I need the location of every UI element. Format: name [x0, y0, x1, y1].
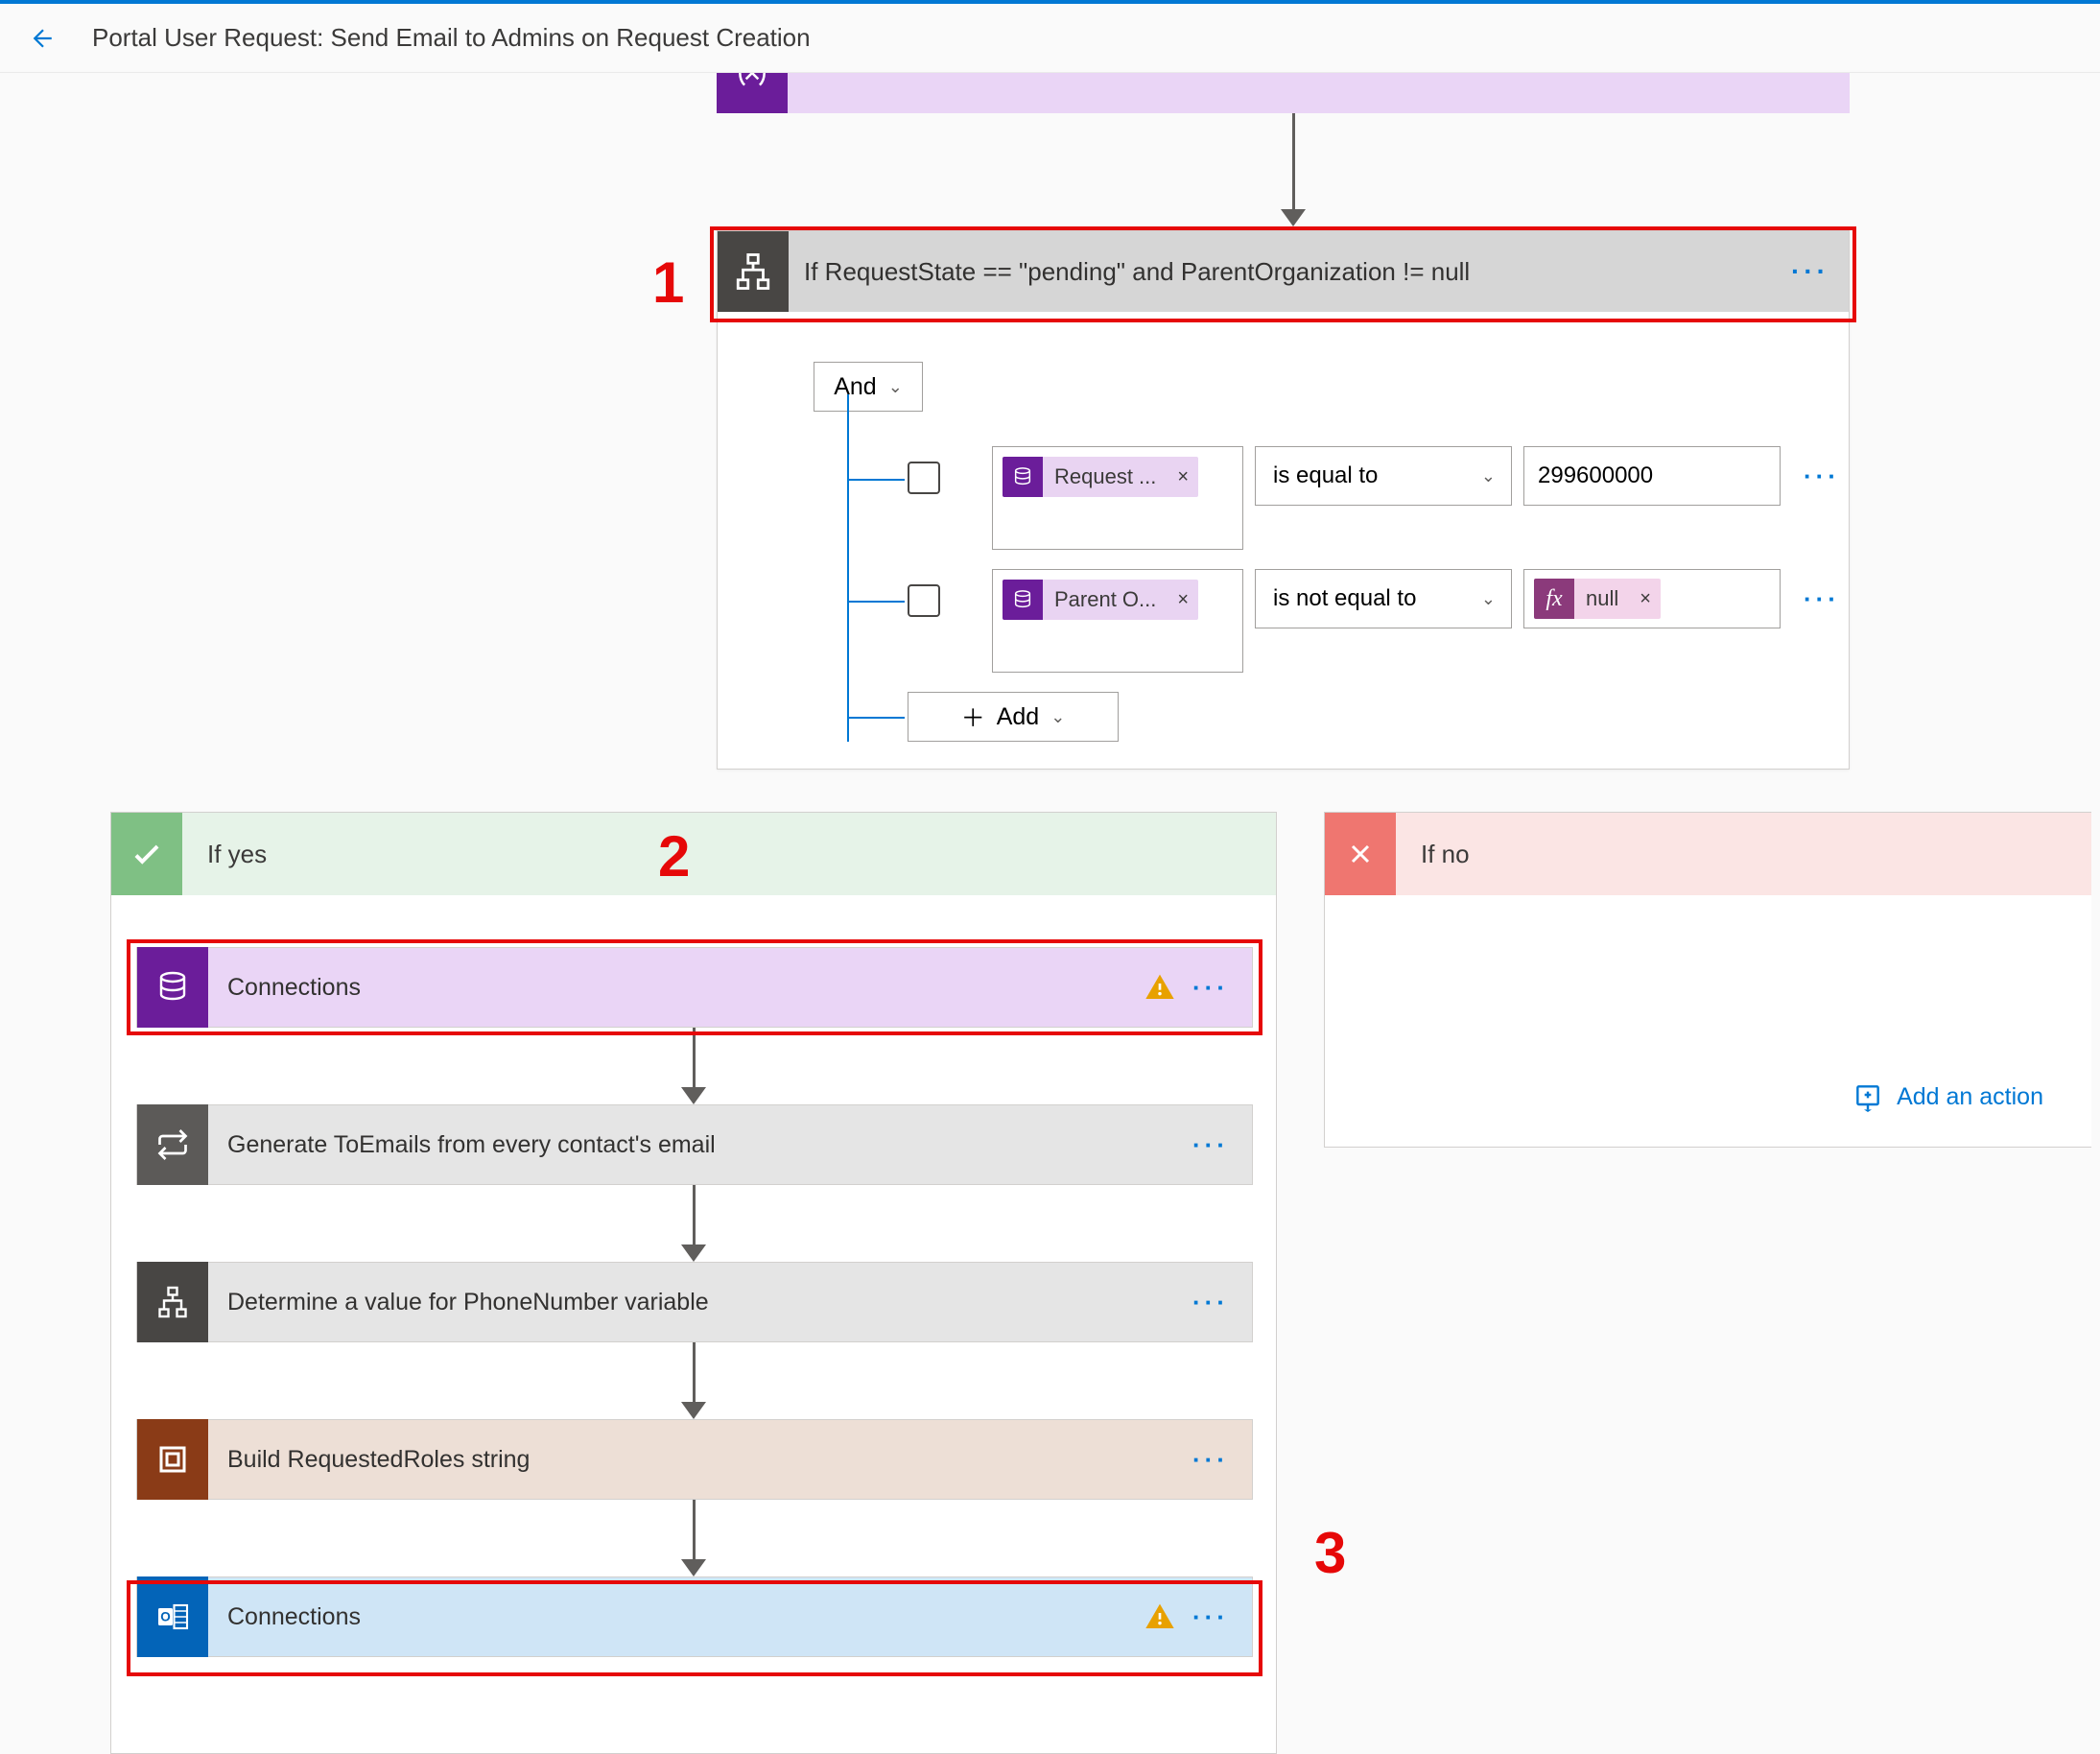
row-checkbox[interactable] [908, 462, 940, 494]
back-button[interactable] [29, 24, 58, 53]
value-input[interactable]: fx null × [1523, 569, 1781, 628]
token-null[interactable]: fx null × [1534, 579, 1661, 619]
remove-token-button[interactable]: × [1168, 589, 1198, 611]
annotation-label-3: 3 [1314, 1520, 1346, 1586]
token-parent-org[interactable]: Parent O... × [1003, 580, 1198, 620]
build-requestedroles-action[interactable]: Build RequestedRoles string ··· [136, 1419, 1253, 1500]
chevron-down-icon: ⌄ [1481, 466, 1496, 486]
annotation-box-3 [127, 1580, 1262, 1676]
annotation-label-1: 1 [652, 249, 684, 316]
left-operand-input[interactable]: Parent O... × [992, 569, 1243, 673]
logic-operator-dropdown[interactable]: And ⌄ [814, 362, 923, 412]
annotation-box-1 [710, 226, 1856, 322]
if-no-header[interactable]: If no [1325, 813, 2091, 895]
generate-toemails-action[interactable]: Generate ToEmails from every contact's e… [136, 1104, 1253, 1185]
cds-icon [1003, 457, 1043, 497]
close-icon [1325, 813, 1396, 895]
loop-icon [137, 1104, 208, 1185]
compose-icon [137, 1419, 208, 1500]
add-action-button[interactable]: Add an action [1852, 1081, 2043, 1112]
fx-icon: fx [1534, 579, 1574, 619]
condition-row-1: Request ... × is equal to ⌄ 299600000 ··… [908, 446, 1840, 550]
condition-row-2: Parent O... × is not equal to ⌄ fx null … [908, 569, 1840, 673]
plus-icon: ＋ [961, 699, 985, 734]
chevron-down-icon: ⌄ [888, 377, 903, 397]
cds-icon [1003, 580, 1043, 620]
determine-phonenumber-action[interactable]: Determine a value for PhoneNumber variab… [136, 1262, 1253, 1342]
check-icon [111, 813, 182, 895]
variable-icon [717, 73, 788, 113]
page-title: Portal User Request: Send Email to Admin… [92, 23, 811, 53]
remove-token-button[interactable]: × [1168, 466, 1198, 488]
annotation-box-2 [127, 939, 1262, 1035]
annotation-label-2: 2 [658, 823, 690, 889]
add-condition-button[interactable]: ＋ Add ⌄ [908, 692, 1119, 742]
remove-token-button[interactable]: × [1630, 588, 1661, 610]
connector-arrow [136, 1028, 1251, 1104]
chevron-down-icon: ⌄ [1481, 589, 1496, 609]
header-bar: Portal User Request: Send Email to Admin… [0, 4, 2100, 73]
token-request-state[interactable]: Request ... × [1003, 457, 1198, 497]
row-checkbox[interactable] [908, 584, 940, 617]
if-yes-branch: If yes Connections ··· Generate ToEmails… [110, 812, 1277, 1754]
connector-arrow [136, 1500, 1251, 1576]
value-input[interactable]: 299600000 [1523, 446, 1781, 506]
chevron-down-icon: ⌄ [1050, 707, 1065, 727]
connector-arrow [1281, 113, 1306, 226]
connector-arrow [136, 1342, 1251, 1419]
row-menu-button[interactable]: ··· [1804, 462, 1840, 491]
connector-arrow [136, 1185, 1251, 1262]
action-menu-button[interactable]: ··· [1192, 1288, 1252, 1317]
operator-dropdown[interactable]: is equal to ⌄ [1255, 446, 1512, 506]
action-menu-button[interactable]: ··· [1192, 1445, 1252, 1475]
declare-phonenumber-action[interactable]: Declare PhoneNumber [717, 73, 1850, 113]
if-no-branch: If no Add an action [1324, 812, 2091, 1148]
operator-dropdown[interactable]: is not equal to ⌄ [1255, 569, 1512, 628]
if-yes-header[interactable]: If yes [111, 813, 1276, 895]
condition-icon [137, 1262, 208, 1342]
action-menu-button[interactable]: ··· [1192, 1130, 1252, 1160]
left-operand-input[interactable]: Request ... × [992, 446, 1243, 550]
add-action-icon [1852, 1081, 1883, 1112]
row-menu-button[interactable]: ··· [1804, 584, 1840, 614]
